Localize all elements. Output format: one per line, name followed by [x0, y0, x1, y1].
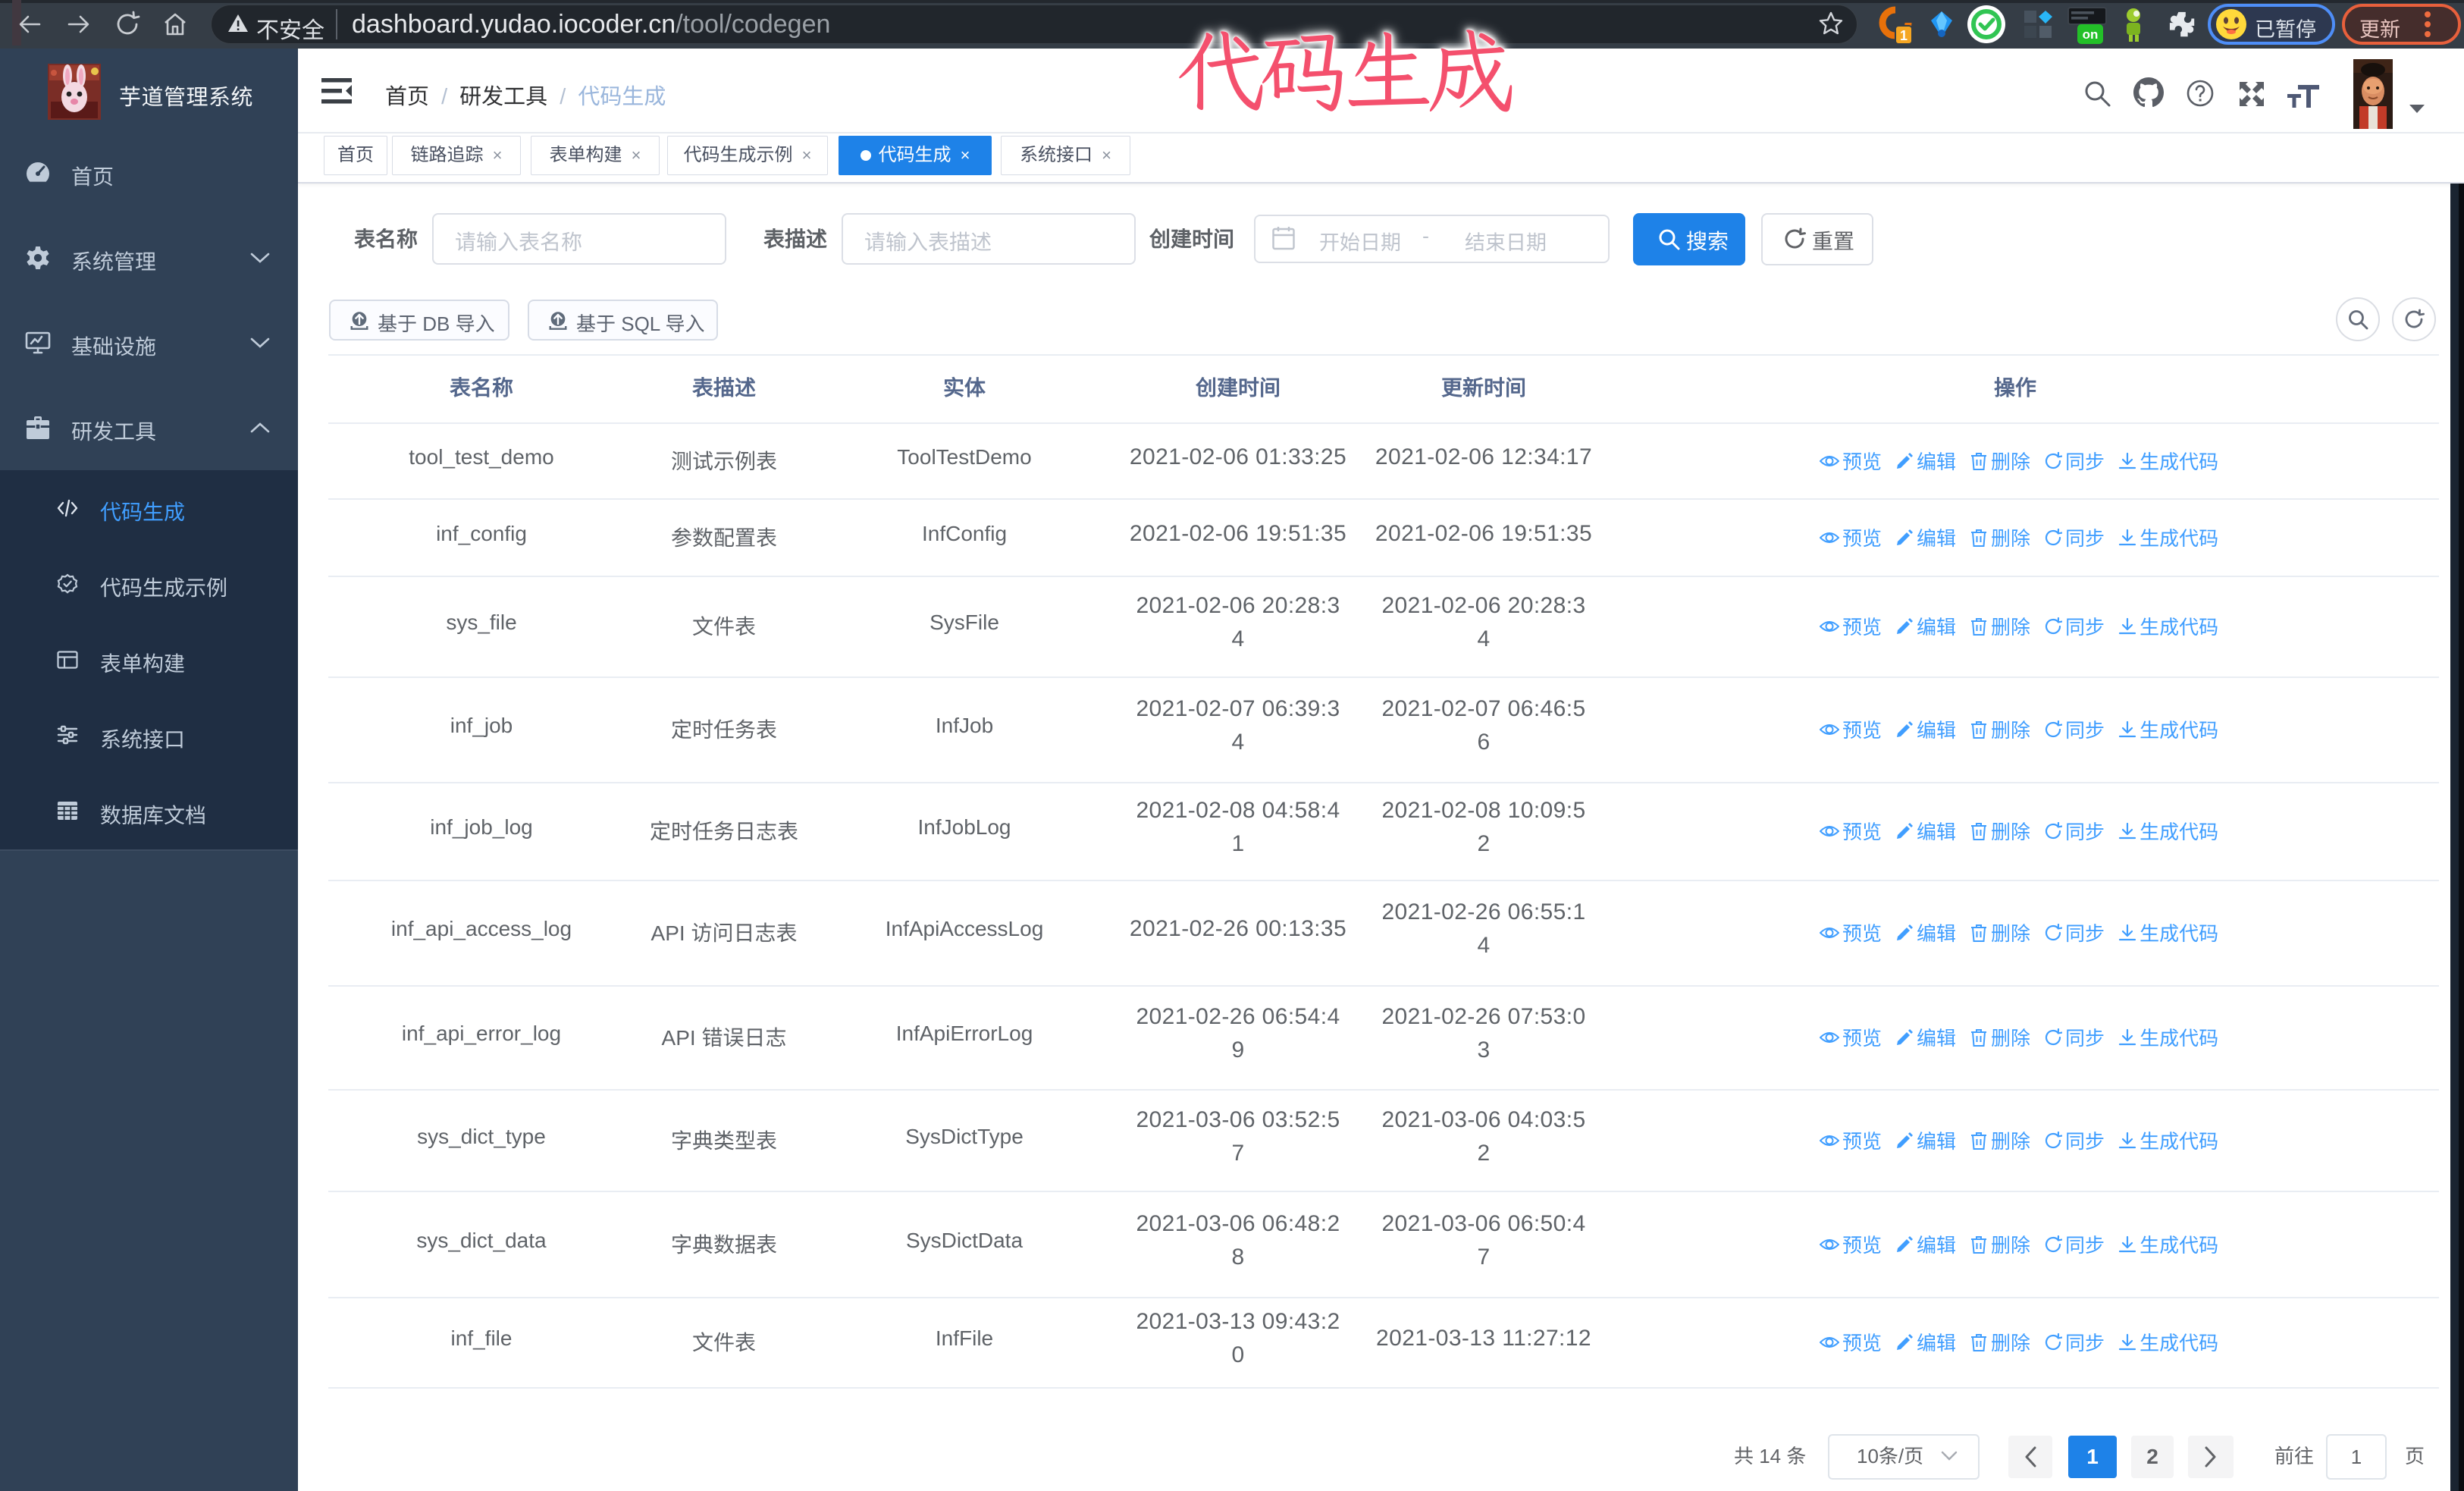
svg-text:1: 1: [1900, 28, 1908, 43]
svg-text:on: on: [2083, 27, 2099, 42]
